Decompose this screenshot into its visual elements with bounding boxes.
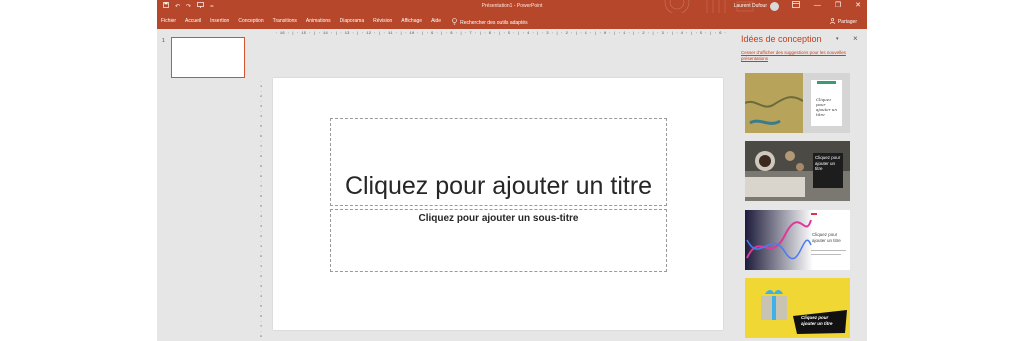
design-idea-3-text: Cliquez pour ajouter un titre bbox=[812, 232, 841, 243]
ribbon-options-icon[interactable] bbox=[791, 1, 800, 12]
share-label: Partager bbox=[837, 19, 857, 25]
design-idea-1-text: Cliquez pour ajouter un titre bbox=[816, 97, 837, 117]
gift-image bbox=[745, 278, 850, 338]
tab-animations[interactable]: Animations bbox=[306, 18, 331, 27]
share-button[interactable]: Partager bbox=[829, 18, 857, 26]
design-ideas-title: Idées de conception bbox=[741, 34, 822, 44]
tab-diaporama[interactable]: Diaporama bbox=[340, 18, 364, 27]
title-bar: ↶ ↷ = Présentation1 - PowerPoint Laurent… bbox=[157, 0, 867, 13]
design-idea-2-text: Cliquez pour ajouter un titre bbox=[815, 155, 841, 171]
tab-transitions[interactable]: Transitions bbox=[273, 18, 297, 27]
subtitle-placeholder[interactable]: Cliquez pour ajouter un sous-titre bbox=[330, 209, 667, 272]
tab-affichage[interactable]: Affichage bbox=[401, 18, 422, 27]
tab-insertion[interactable]: Insertion bbox=[210, 18, 229, 27]
slide-number: 1 bbox=[162, 38, 165, 44]
minimize-icon[interactable]: — bbox=[814, 1, 821, 12]
tab-aide[interactable]: Aide bbox=[431, 18, 441, 27]
avatar[interactable] bbox=[770, 2, 779, 11]
ribbon-tabs: Fichier Accueil Insertion Conception Tra… bbox=[157, 13, 867, 29]
stop-suggestions-link[interactable]: Cesser d'afficher des suggestions pour l… bbox=[741, 50, 853, 62]
design-idea-1[interactable]: Cliquez pour ajouter un titre bbox=[745, 73, 850, 133]
design-idea-3[interactable]: Cliquez pour ajouter un titre bbox=[745, 210, 850, 270]
tab-fichier[interactable]: Fichier bbox=[161, 18, 176, 27]
slide-canvas[interactable]: Cliquez pour ajouter un titre Cliquez po… bbox=[273, 78, 723, 330]
chevron-down-icon[interactable]: ▾ bbox=[836, 36, 839, 42]
tell-me-label: Rechercher des outils adaptés bbox=[460, 19, 528, 26]
window-controls: — ❐ ✕ bbox=[791, 1, 861, 12]
vertical-ruler: · 1 · 2 · 3 · 4 · 5 · 6 · 7 · 8 · 9 · 8 · 7 · 6 · 5 · 4 · 3 · 2 · 1 · 0 · 1 · 2… bbox=[260, 80, 262, 341]
slide-thumbnail[interactable] bbox=[171, 37, 245, 78]
subtitle-placeholder-text: Cliquez pour ajouter un sous-titre bbox=[418, 213, 579, 224]
tab-accueil[interactable]: Accueil bbox=[185, 18, 201, 27]
design-idea-4-text: Cliquez pour ajouter un titre bbox=[801, 315, 833, 326]
close-icon[interactable]: ✕ bbox=[855, 1, 861, 12]
slide-thumbnails-pane: 1 bbox=[157, 29, 258, 341]
close-icon[interactable]: × bbox=[853, 34, 858, 43]
design-idea-4[interactable]: Cliquez pour ajouter un titre bbox=[745, 278, 850, 338]
title-placeholder[interactable]: Cliquez pour ajouter un titre bbox=[330, 118, 667, 206]
powerpoint-window: ↶ ↷ = Présentation1 - PowerPoint Laurent… bbox=[157, 0, 867, 341]
tab-conception[interactable]: Conception bbox=[238, 18, 263, 27]
tab-revision[interactable]: Révision bbox=[373, 18, 392, 27]
person-icon bbox=[829, 18, 835, 26]
title-placeholder-text: Cliquez pour ajouter un titre bbox=[344, 172, 653, 200]
restore-icon[interactable]: ❐ bbox=[835, 1, 841, 12]
design-ideas-pane: Idées de conception ▾ × Cesser d'affiche… bbox=[734, 29, 867, 341]
horizontal-ruler: · 16 · | · 15 · | · 14 · | · 13 · | · 12… bbox=[275, 32, 727, 36]
lightbulb-icon bbox=[452, 18, 457, 27]
user-name[interactable]: Laurent Dufour bbox=[734, 3, 767, 9]
tell-me-search[interactable]: Rechercher des outils adaptés bbox=[452, 18, 528, 27]
design-idea-2[interactable]: Cliquez pour ajouter un titre bbox=[745, 141, 850, 201]
